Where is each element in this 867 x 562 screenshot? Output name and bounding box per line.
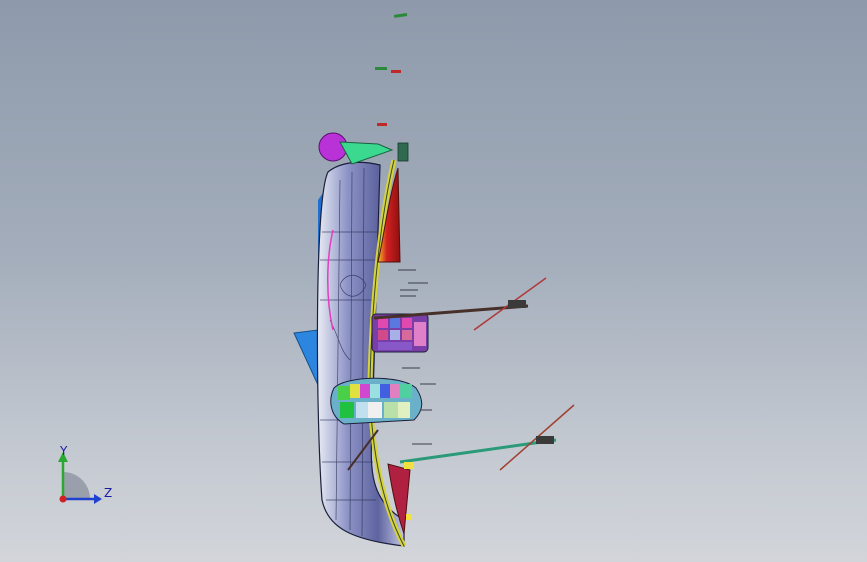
lower-cabin[interactable] [330, 377, 423, 425]
z-axis-label: Z [104, 486, 112, 500]
floating-parts[interactable] [375, 13, 408, 126]
upper-cabin[interactable] [371, 313, 429, 353]
triad-gray-quadrant [63, 472, 90, 499]
y-axis-label: Y [59, 444, 68, 458]
ship-model[interactable] [293, 132, 575, 548]
axis-triad: Y Z [58, 444, 112, 504]
cad-viewport[interactable]: Y Z [0, 0, 867, 562]
x-axis-origin [59, 495, 67, 503]
bow-sprit-part[interactable] [339, 141, 394, 165]
